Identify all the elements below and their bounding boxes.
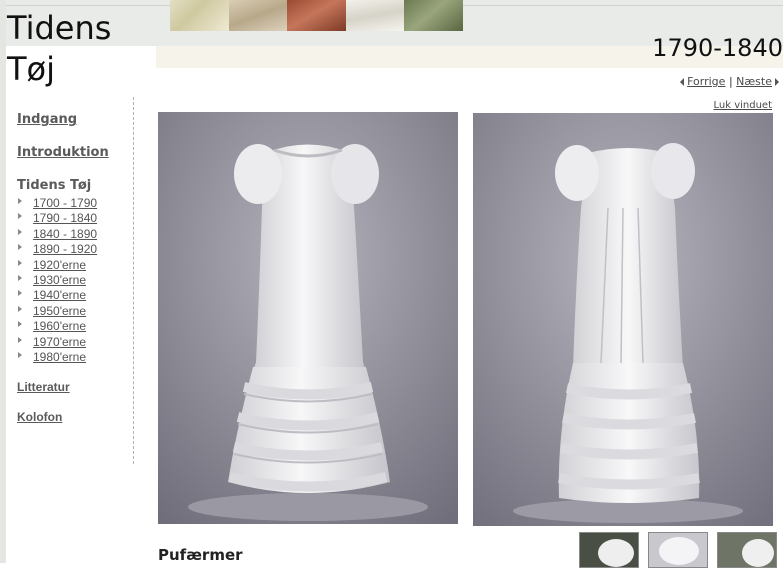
bullet-arrow-icon	[18, 351, 22, 358]
bullet-arrow-icon	[18, 213, 22, 220]
period-heading: 1790-1840	[652, 34, 783, 62]
period-link[interactable]: 1920'erne	[33, 258, 86, 272]
bullet-arrow-icon	[18, 274, 22, 281]
photo-caption: Pufærmer	[158, 546, 243, 564]
left-edge-strip	[0, 0, 6, 563]
period-list-item: 1700 - 1790	[17, 195, 135, 210]
thumbnail-2-image	[649, 533, 707, 567]
period-link[interactable]: 1960'erne	[33, 319, 86, 333]
bullet-arrow-icon	[18, 321, 22, 328]
period-list: 1700 - 1790 1790 - 1840 1840 - 1890 1890 - …	[17, 195, 135, 364]
previous-link[interactable]: Forrige	[687, 75, 725, 88]
next-link[interactable]: Næste	[736, 75, 772, 88]
header-textile-banner	[170, 0, 463, 31]
bullet-arrow-icon	[18, 290, 22, 297]
site-title-line1: Tidens	[7, 9, 112, 47]
bullet-arrow-icon	[18, 198, 22, 204]
period-list-item: 1940'erne	[17, 287, 135, 302]
period-link[interactable]: 1970'erne	[33, 335, 86, 349]
site-title-line2: Tøj	[7, 50, 56, 88]
bullet-arrow-icon	[18, 259, 22, 266]
nav-tidens-toj-heading: Tidens Tøj	[17, 178, 92, 193]
dress-photo-back[interactable]	[473, 113, 773, 526]
period-list-item: 1840 - 1890	[17, 226, 135, 241]
dress-photo-front[interactable]	[158, 112, 458, 524]
thumbnail-3-image	[718, 533, 776, 567]
bullet-arrow-icon	[18, 228, 22, 235]
period-link[interactable]: 1950'erne	[33, 304, 86, 318]
period-list-item: 1970'erne	[17, 334, 135, 349]
bullet-arrow-icon	[18, 244, 22, 251]
bullet-arrow-icon	[18, 305, 22, 312]
period-list-item: 1950'erne	[17, 303, 135, 318]
previous-arrow-icon	[680, 78, 685, 86]
nav-kolofon[interactable]: Kolofon	[17, 410, 135, 424]
period-link[interactable]: 1700 - 1790	[33, 196, 97, 210]
period-link[interactable]: 1890 - 1920	[33, 242, 97, 256]
period-link[interactable]: 1980'erne	[33, 350, 86, 364]
period-list-item: 1980'erne	[17, 349, 135, 364]
period-list-item: 1890 - 1920	[17, 241, 135, 256]
close-window-link[interactable]: Luk vinduet	[714, 100, 773, 111]
nav-indgang[interactable]: Indgang	[17, 112, 135, 127]
site-title: Tidens Tøj	[7, 8, 111, 90]
period-list-item: 1960'erne	[17, 318, 135, 333]
period-link[interactable]: 1840 - 1890	[33, 227, 97, 241]
nav-introduktion[interactable]: Introduktion	[17, 145, 135, 160]
period-link[interactable]: 1930'erne	[33, 273, 86, 287]
sidebar-nav: Indgang Introduktion Tidens Tøj 1700 - 1…	[17, 112, 135, 424]
nav-litteratur[interactable]: Litteratur	[17, 380, 135, 394]
bullet-arrow-icon	[18, 336, 22, 343]
next-arrow-icon	[775, 78, 779, 86]
period-link[interactable]: 1790 - 1840	[33, 211, 97, 225]
dress-back-illustration	[473, 113, 773, 526]
period-link[interactable]: 1940'erne	[33, 288, 86, 302]
period-list-item: 1920'erne	[17, 257, 135, 272]
dress-front-illustration	[158, 112, 458, 524]
pager-separator: |	[728, 75, 733, 88]
period-list-item: 1930'erne	[17, 272, 135, 287]
pager: Forrige | Næste	[680, 75, 779, 88]
thumbnail-1-image	[580, 533, 638, 567]
period-list-item: 1790 - 1840	[17, 210, 135, 225]
